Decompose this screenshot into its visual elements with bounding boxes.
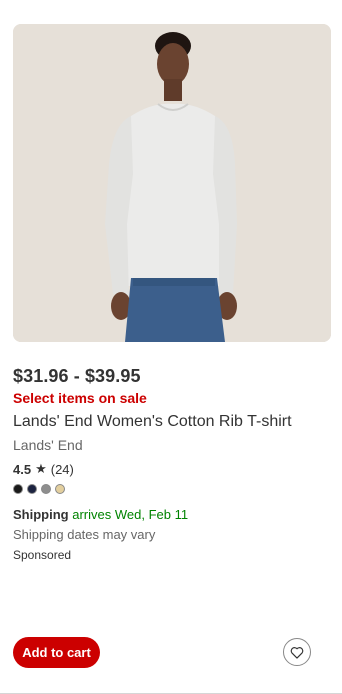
- color-swatches: [13, 484, 65, 494]
- add-to-cart-button[interactable]: Add to cart: [13, 637, 100, 668]
- shipping-info: Shipping arrives Wed, Feb 11: [13, 507, 188, 522]
- sponsored-label: Sponsored: [13, 548, 72, 562]
- rating-count: (24): [50, 461, 74, 477]
- price: $31.96 - $39.95: [13, 366, 141, 386]
- rating-score: 4.5: [13, 461, 32, 477]
- swatch-gray[interactable]: [41, 484, 51, 494]
- swatch-black[interactable]: [13, 484, 23, 494]
- product-image[interactable]: [13, 24, 331, 342]
- shipping-note: Shipping dates may vary: [13, 527, 156, 542]
- star-icon: ★: [35, 461, 47, 476]
- swatch-tan[interactable]: [55, 484, 65, 494]
- rating[interactable]: 4.5 ★ (24): [13, 461, 74, 477]
- heart-icon: [290, 646, 304, 659]
- swatch-navy[interactable]: [27, 484, 37, 494]
- favorite-button[interactable]: [283, 638, 311, 666]
- product-title[interactable]: Lands' End Women's Cotton Rib T-shirt: [13, 413, 292, 431]
- product-card: $31.96 - $39.95 Select items on sale Lan…: [0, 0, 342, 694]
- shipping-arrival: arrives Wed, Feb 11: [72, 507, 189, 522]
- sale-text: Select items on sale: [13, 390, 147, 406]
- shipping-label: Shipping: [13, 507, 69, 522]
- model-illustration: [13, 24, 331, 342]
- brand-name[interactable]: Lands' End: [13, 437, 83, 453]
